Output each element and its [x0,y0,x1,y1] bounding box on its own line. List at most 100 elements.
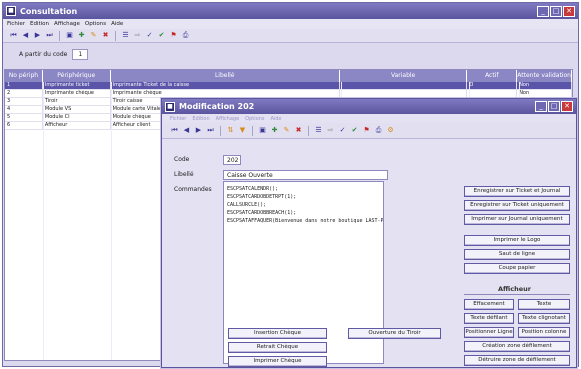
cell-attente: Non [517,90,572,97]
maximize-button[interactable]: □ [550,5,562,17]
column-header-peripherique[interactable]: Périphérique [43,70,111,82]
check-icon[interactable]: ✓ [145,31,154,40]
print-icon[interactable]: ⎙ [181,31,190,40]
libelle-field[interactable]: Caisse Ouverte [223,170,388,180]
effacement-button[interactable]: Effacement [464,299,514,310]
saut-ligne-button[interactable]: Saut de ligne [464,249,570,260]
ouverture-tiroir-button[interactable]: Ouverture du Tiroir [348,328,441,339]
export-icon[interactable]: ⇨ [133,31,142,40]
cell-no: 1 [5,82,43,89]
modal-title: Modification 202 [179,102,255,111]
print-icon[interactable]: ⎙ [374,126,383,135]
positionner-ligne-button[interactable]: Positionner Ligne [464,327,514,338]
modal-menu-options[interactable]: Options [245,116,264,122]
next-icon[interactable]: ▶ [33,31,42,40]
column-header-variable[interactable]: Variable [340,70,468,82]
code-field[interactable]: 202 [223,155,241,165]
cell-no: 2 [5,90,43,97]
libelle-label: Libellé [174,171,194,178]
modal-minimize-button[interactable]: _ [535,101,547,112]
tools-icon[interactable]: ⚙ [386,126,395,135]
modal-titlebar[interactable]: ■ Modification 202 _ □ ✕ [162,99,576,114]
modal-menu-affichage[interactable]: Affichage [216,116,240,122]
flag-icon[interactable]: ⚑ [362,126,371,135]
afficheur-divider [464,294,570,295]
enregistrer-ticket-journal-button[interactable]: Enregistrer sur Ticket et Journal [464,186,570,197]
delete-icon[interactable]: ✖ [101,31,110,40]
modal-close-button[interactable]: ✕ [561,101,573,112]
prev-icon[interactable]: ◀ [21,31,30,40]
imprimer-journal-button[interactable]: Imprimer sur Journal uniquement [464,214,570,225]
validate-icon[interactable]: ✔ [157,31,166,40]
filter-input[interactable]: 1 [72,48,89,60]
cell-no: 6 [5,122,43,129]
retrait-cheque-button[interactable]: Retrait Chèque [228,342,327,353]
position-colonne-button[interactable]: Position colonne [518,327,570,338]
validate-icon[interactable]: ✔ [350,126,359,135]
close-button[interactable]: ✕ [563,5,575,17]
main-titlebar[interactable]: ■ Consultation _ □ ✕ [3,3,578,19]
last-icon[interactable]: ⏭ [206,126,215,135]
modal-toolbar: ⏮ ◀ ▶ ⏭ ⇅ ▼ ▣ ✚ ✎ ✖ ☰ ⇨ ✓ ✔ ⚑ ⎙ ⚙ [162,123,576,139]
next-icon[interactable]: ▶ [194,126,203,135]
main-toolbar: ⏮ ◀ ▶ ⏭ ▣ ✚ ✎ ✖ ☰ ⇨ ✓ ✔ ⚑ ⎙ [3,29,578,43]
add-icon[interactable]: ✚ [270,126,279,135]
edit-icon[interactable]: ✎ [282,126,291,135]
cell-no: 5 [5,114,43,121]
creation-zone-button[interactable]: Création zone défilement [464,341,570,352]
texte-button[interactable]: Texte [518,299,570,310]
delete-icon[interactable]: ✖ [294,126,303,135]
column-header-attente[interactable]: Attente validation [517,70,573,82]
add-icon[interactable]: ✚ [77,31,86,40]
filter-icon[interactable]: ▼ [238,126,247,135]
table-row[interactable]: 1 Imprimante ticket Imprimante Ticket de… [5,82,572,90]
cell-name: Tiroir [43,98,111,105]
insertion-cheque-button[interactable]: Insertion Chèque [228,328,327,339]
new-icon[interactable]: ▣ [258,126,267,135]
column-header-actif[interactable]: Actif [467,70,518,82]
flag-icon[interactable]: ⚑ [169,31,178,40]
check-icon[interactable]: ✓ [338,126,347,135]
modal-app-icon: ■ [165,101,175,112]
menu-aide[interactable]: Aide [111,21,123,27]
texte-clignotant-button[interactable]: Texte clignotant [518,313,570,324]
cell-no: 3 [5,98,43,105]
last-icon[interactable]: ⏭ [45,31,54,40]
cell-variable [340,90,468,97]
menu-fichier[interactable]: Fichier [7,21,25,27]
menu-edition[interactable]: Edition [30,21,49,27]
main-window-title: Consultation [20,6,78,16]
imprimer-logo-button[interactable]: Imprimer le Logo [464,235,570,246]
cell-name: Imprimante ticket [43,82,111,89]
enregistrer-ticket-button[interactable]: Enregistrer sur Ticket uniquement [464,200,570,211]
filter-label: A partir du code [19,50,68,58]
texte-defilant-button[interactable]: Texte défilant [464,313,514,324]
list-icon[interactable]: ☰ [121,31,130,40]
cell-name: Module CI [43,114,111,121]
imprimer-cheque-button[interactable]: Imprimer Chèque [228,356,327,367]
sort-icon[interactable]: ⇅ [226,126,235,135]
minimize-button[interactable]: _ [537,5,549,17]
detruire-zone-button[interactable]: Détruire zone de défilement [464,355,570,366]
modal-menu-fichier[interactable]: Fichier [170,116,186,122]
modal-menu-edition[interactable]: Edition [192,116,209,122]
export-icon[interactable]: ⇨ [326,126,335,135]
table-row[interactable]: 2 Imprimante chèque Imprimante chèque No… [5,90,572,98]
menu-options[interactable]: Options [85,21,106,27]
edit-icon[interactable]: ✎ [89,31,98,40]
first-icon[interactable]: ⏮ [170,126,179,135]
column-header-no[interactable]: No périph [5,70,43,82]
column-header-libelle[interactable]: Libellé [111,70,340,82]
menu-affichage[interactable]: Affichage [54,21,80,27]
prev-icon[interactable]: ◀ [182,126,191,135]
list-icon[interactable]: ☰ [314,126,323,135]
modal-menu-aide[interactable]: Aide [270,116,281,122]
cell-no: 4 [5,106,43,113]
new-icon[interactable]: ▣ [65,31,74,40]
modal-maximize-button[interactable]: □ [548,101,560,112]
cell-actif: O [467,82,518,89]
afficheur-section-title: Afficheur [498,285,532,293]
main-menubar: Fichier Edition Affichage Options Aide [3,19,578,29]
first-icon[interactable]: ⏮ [9,31,18,40]
coupe-papier-button[interactable]: Coupe papier [464,263,570,274]
